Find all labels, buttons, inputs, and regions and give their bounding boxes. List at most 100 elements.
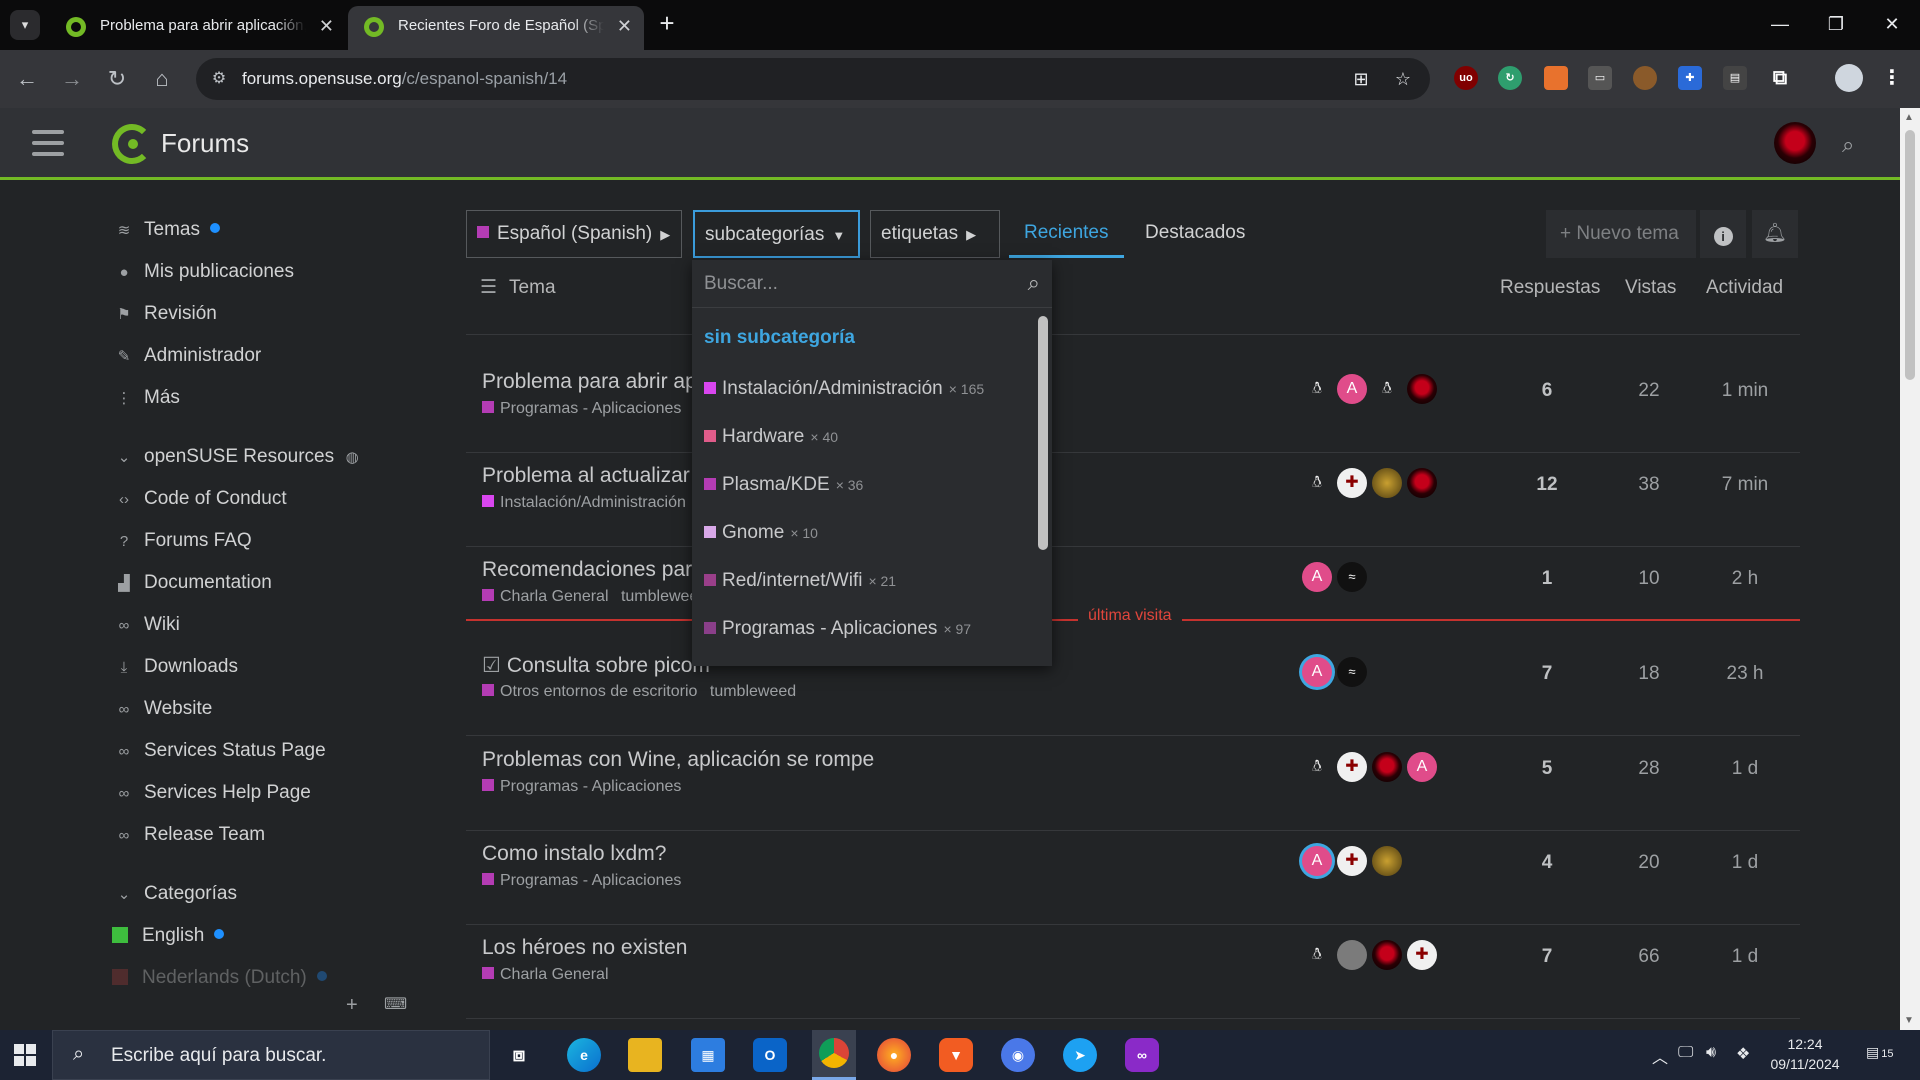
cookie-icon[interactable] <box>1633 66 1657 90</box>
devil-avatar[interactable] <box>1407 374 1437 404</box>
letter-avatar[interactable]: A <box>1302 657 1332 687</box>
dropdown-scrollbar[interactable] <box>1038 316 1048 550</box>
edge-icon[interactable]: e <box>567 1038 601 1072</box>
grey-avatar[interactable] <box>1337 940 1367 970</box>
activity-time[interactable]: 1 d <box>1700 758 1790 780</box>
sidebar-category-english[interactable]: English <box>112 922 225 950</box>
replies-count[interactable]: 1 <box>1502 568 1592 590</box>
tux-avatar[interactable]: 🐧︎ <box>1302 374 1332 404</box>
safari-like-icon[interactable]: ➤ <box>1063 1038 1097 1072</box>
browser-tab-1[interactable]: Problema para abrir aplicación, ✕ <box>50 6 346 50</box>
firefox-icon[interactable]: ● <box>877 1038 911 1072</box>
scroll-up-icon[interactable]: ▲ <box>1904 112 1914 123</box>
topic-category[interactable]: Programas - Aplicaciones <box>482 400 681 418</box>
incognito-app-icon[interactable]: ∞ <box>1125 1038 1159 1072</box>
file-explorer-icon[interactable] <box>628 1038 662 1072</box>
site-info-icon[interactable]: ⚙ <box>208 68 230 90</box>
gold-avatar[interactable] <box>1372 468 1402 498</box>
activity-time[interactable]: 23 h <box>1700 663 1790 685</box>
topic-category[interactable]: Charla General tumbleweed <box>482 588 707 606</box>
dropdown-search-input[interactable]: Buscar... <box>704 273 778 295</box>
letter-avatar[interactable]: A <box>1302 562 1332 592</box>
search-icon[interactable]: ⌕ <box>1842 132 1854 158</box>
tab-destacados[interactable]: Destacados <box>1145 210 1245 258</box>
home-icon[interactable]: ⌂ <box>147 64 177 94</box>
chrome-taskbar-button[interactable] <box>812 1030 856 1080</box>
sidebar-item-code-of-conduct[interactable]: ‹› Code of Conduct <box>112 485 287 513</box>
orca-avatar[interactable]: ≈ <box>1337 657 1367 687</box>
sidebar-item-website[interactable]: ∞ Website <box>112 695 213 723</box>
activity-time[interactable]: 2 h <box>1700 568 1790 590</box>
sidebar-section-categorias[interactable]: ⌄ Categorías <box>112 880 237 908</box>
topic-category[interactable]: Programas - Aplicaciones <box>482 872 681 890</box>
back-icon[interactable]: ← <box>12 64 42 94</box>
replies-count[interactable]: 7 <box>1502 946 1592 968</box>
bookmark-star-icon[interactable]: ☆ <box>1392 68 1414 90</box>
sync-icon[interactable]: ↻ <box>1498 66 1522 90</box>
replies-count[interactable]: 7 <box>1502 663 1592 685</box>
ublock-icon[interactable]: uo <box>1454 66 1478 90</box>
tray-chevron-icon[interactable]: ︿ <box>1652 1044 1668 1068</box>
devil-avatar[interactable] <box>1372 752 1402 782</box>
tux-avatar[interactable]: 🐧︎ <box>1302 752 1332 782</box>
hamburger-menu-icon[interactable] <box>32 130 64 156</box>
sidebar-item-forums-faq[interactable]: ? Forums FAQ <box>112 527 252 555</box>
subcategory-option[interactable]: Hardware × 40 <box>704 422 1024 452</box>
info-button[interactable]: i <box>1700 210 1746 258</box>
forward-icon[interactable]: → <box>57 64 87 94</box>
sidebar-section-resources[interactable]: ⌄ openSUSE Resources ◍ <box>112 443 372 471</box>
column-header-activity[interactable]: Actividad <box>1706 268 1783 308</box>
category-filter[interactable]: Español (Spanish) ▶ <box>466 210 682 258</box>
sidebar-item-documentation[interactable]: ▟ Documentation <box>112 569 272 597</box>
orca-avatar[interactable]: ≈ <box>1337 562 1367 592</box>
minimize-button[interactable]: — <box>1752 0 1808 50</box>
new-topic-button[interactable]: + Nuevo tema <box>1546 210 1696 258</box>
caduceus-avatar[interactable]: ✚ <box>1407 940 1437 970</box>
tab-recientes[interactable]: Recientes <box>1009 210 1124 258</box>
scroll-thumb[interactable] <box>1905 130 1915 380</box>
tags-filter[interactable]: etiquetas ▶ <box>870 210 1000 258</box>
reader-icon[interactable]: ▤ <box>1723 66 1747 90</box>
sidebar-item-administrador[interactable]: ✎ Administrador <box>112 342 262 370</box>
sidebar-item-release-team[interactable]: ∞ Release Team <box>112 821 265 849</box>
tux-avatar[interactable]: 🐧︎ <box>1372 374 1402 404</box>
subcategory-option[interactable]: Gnome × 10 <box>704 518 1024 548</box>
sidebar-item-services-help[interactable]: ∞ Services Help Page <box>112 779 311 807</box>
windows-start-icon[interactable] <box>14 1044 36 1066</box>
sidebar-item-downloads[interactable]: ⤓ Downloads <box>112 653 238 681</box>
opensuse-logo[interactable] <box>112 124 152 164</box>
tab-search-button[interactable]: ▾ <box>10 10 40 40</box>
task-view-icon[interactable]: ⧈ <box>502 1038 536 1072</box>
reload-icon[interactable]: ↻ <box>102 64 132 94</box>
system-clock[interactable]: 12:24 09/11/2024 <box>1760 1034 1850 1074</box>
close-tab-icon[interactable]: ✕ <box>617 6 632 46</box>
letter-avatar[interactable]: A <box>1337 374 1367 404</box>
replies-count[interactable]: 5 <box>1502 758 1592 780</box>
add-section-icon[interactable]: + <box>346 994 358 1017</box>
sidebar-category-nederlands[interactable]: Nederlands (Dutch) <box>112 964 327 992</box>
topic-title[interactable]: Problemas con Wine, aplicación se rompe <box>482 748 874 772</box>
replies-count[interactable]: 6 <box>1502 380 1592 402</box>
topic-category[interactable]: Charla General <box>482 966 609 984</box>
tux-avatar[interactable]: 🐧︎ <box>1302 468 1332 498</box>
sidebar-item-mis-publicaciones[interactable]: ● Mis publicaciones <box>112 258 294 286</box>
devil-avatar[interactable] <box>1372 940 1402 970</box>
subcategory-option[interactable]: Programas - Aplicaciones × 97 <box>704 614 1024 644</box>
column-header-topic[interactable]: ☰ Tema <box>480 268 556 308</box>
activity-time[interactable]: 1 d <box>1700 852 1790 874</box>
volume-icon[interactable]: 🔊︎ <box>1706 1044 1716 1062</box>
subcategory-option[interactable]: Red/internet/Wifi × 21 <box>704 566 1024 596</box>
sidebar-item-temas[interactable]: ≋ Temas <box>112 216 220 244</box>
topic-tag[interactable]: tumbleweed <box>710 683 796 700</box>
vr-icon[interactable]: ▭ <box>1588 66 1612 90</box>
taskbar-search-input[interactable]: Escribe aquí para buscar. <box>111 1045 326 1067</box>
network-icon[interactable]: 🖵︎ <box>1678 1044 1693 1062</box>
store-icon[interactable]: ▦ <box>691 1038 725 1072</box>
subcategory-option[interactable]: Sugerencias sobre el foro - Co...× 15 <box>704 662 1024 666</box>
subcategory-option[interactable]: Plasma/KDE × 36 <box>704 470 1024 500</box>
caduceus-avatar[interactable]: ✚ <box>1337 752 1367 782</box>
letter-avatar[interactable]: A <box>1302 846 1332 876</box>
activity-time[interactable]: 7 min <box>1700 474 1790 496</box>
bucket-icon[interactable] <box>1544 66 1568 90</box>
subcategory-option[interactable]: Instalación/Administración × 165 <box>704 374 1024 404</box>
